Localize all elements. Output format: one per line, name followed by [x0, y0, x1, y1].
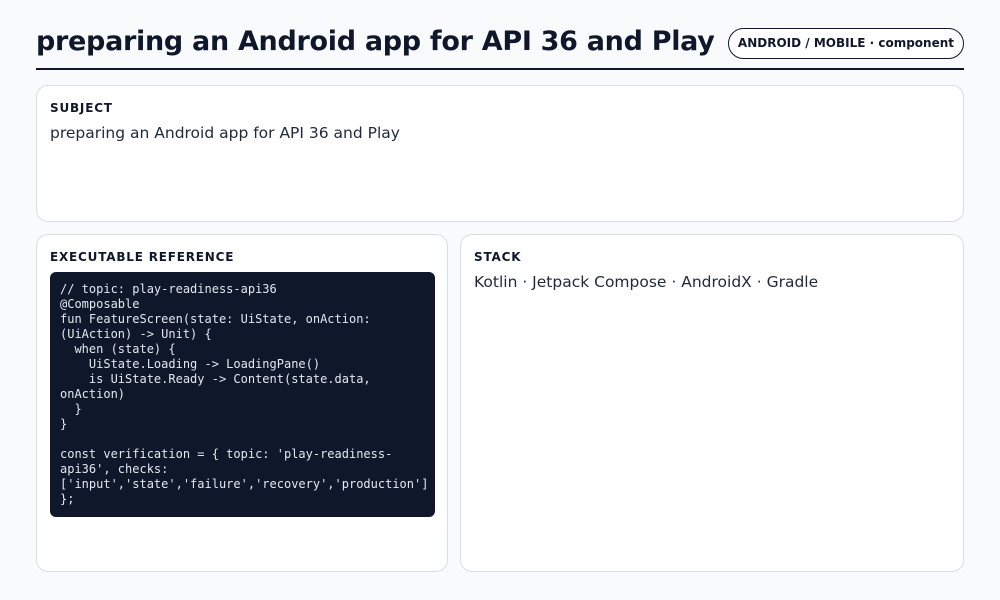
executable-reference-label: EXECUTABLE REFERENCE	[50, 250, 235, 264]
page-header: preparing an Android app for API 36 and …	[36, 22, 964, 70]
executable-reference-card: EXECUTABLE REFERENCE // topic: play-read…	[36, 234, 448, 572]
page-title: preparing an Android app for API 36 and …	[36, 26, 715, 57]
category-badge: ANDROID / MOBILE · component	[727, 28, 964, 59]
code-text: // topic: play-readiness-api36 @Composab…	[60, 282, 429, 506]
stack-text: Kotlin · Jetpack Compose · AndroidX · Gr…	[474, 273, 819, 291]
subject-card: SUBJECT preparing an Android app for API…	[36, 85, 964, 222]
code-block[interactable]: // topic: play-readiness-api36 @Composab…	[50, 272, 435, 517]
stack-label: STACK	[474, 250, 522, 264]
subject-label: SUBJECT	[50, 101, 113, 115]
subject-text: preparing an Android app for API 36 and …	[50, 124, 400, 142]
stack-card: STACK Kotlin · Jetpack Compose · Android…	[460, 234, 964, 572]
